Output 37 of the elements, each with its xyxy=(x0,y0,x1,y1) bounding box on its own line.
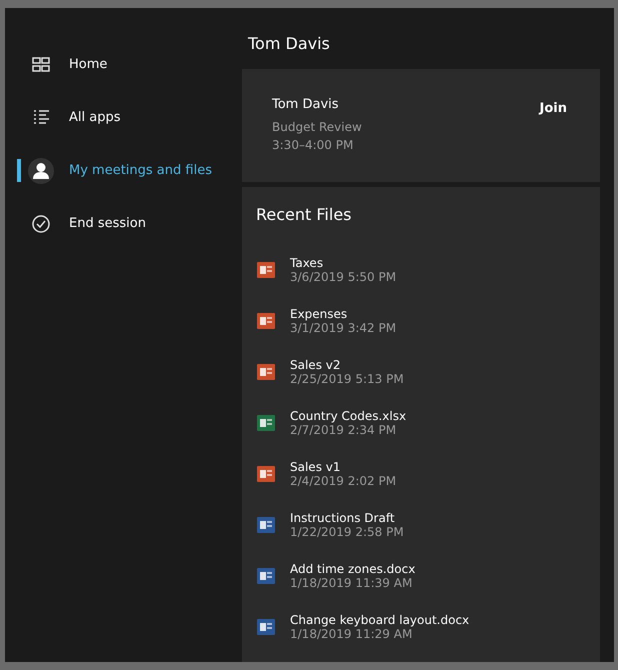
file-date: 2/7/2019 2:34 PM xyxy=(290,422,398,436)
page-title: Tom Davis xyxy=(247,33,331,55)
file-name[interactable]: Sales v2 xyxy=(290,358,404,372)
file-name[interactable]: Country Codes.xlsx xyxy=(290,408,406,422)
sidebar-item[interactable]: All apps xyxy=(5,91,242,144)
excel-file-icon xyxy=(256,412,276,432)
file-date: 1/18/2019 11:39 AM xyxy=(290,576,414,590)
sidebar-item[interactable]: My meetings and files xyxy=(5,144,242,197)
home-grid-icon xyxy=(31,54,51,74)
person-icon xyxy=(28,158,54,184)
powerpoint-file-icon xyxy=(256,260,276,280)
powerpoint-file-icon xyxy=(256,464,276,484)
meeting-time: 3:30–4:00 PM xyxy=(272,137,354,154)
file-date: 2/4/2019 2:02 PM xyxy=(290,474,396,488)
word-file-icon xyxy=(256,514,276,534)
checkmark-circle-icon xyxy=(31,214,51,234)
file-date: 3/1/2019 3:42 PM xyxy=(290,320,396,334)
file-date: 2/25/2019 5:13 PM xyxy=(290,372,404,386)
file-name[interactable]: Sales v1 xyxy=(290,460,396,474)
file-name[interactable]: Expenses xyxy=(290,306,396,320)
file-date: 3/6/2019 5:50 PM xyxy=(290,270,396,284)
meeting-organizer: Tom Davis xyxy=(272,97,340,112)
meeting-subject: Budget Review xyxy=(272,119,362,136)
powerpoint-file-icon xyxy=(256,310,276,330)
section-title: Recent Files xyxy=(256,205,352,224)
file-name[interactable]: Taxes xyxy=(290,256,396,270)
file-name[interactable]: Change keyboard layout.docx xyxy=(290,612,470,626)
sidebar-item[interactable]: Home xyxy=(5,38,242,91)
word-file-icon xyxy=(256,616,276,636)
join-button[interactable]: Join xyxy=(540,97,567,120)
file-date: 1/18/2019 11:29 AM xyxy=(290,626,414,640)
file-name[interactable]: Instructions Draft xyxy=(290,510,404,524)
file-date: 1/22/2019 2:58 PM xyxy=(290,524,404,538)
powerpoint-file-icon xyxy=(256,362,276,382)
word-file-icon xyxy=(256,566,276,586)
sidebar-item[interactable]: End session xyxy=(5,197,242,250)
file-name[interactable]: Add time zones.docx xyxy=(290,562,416,576)
